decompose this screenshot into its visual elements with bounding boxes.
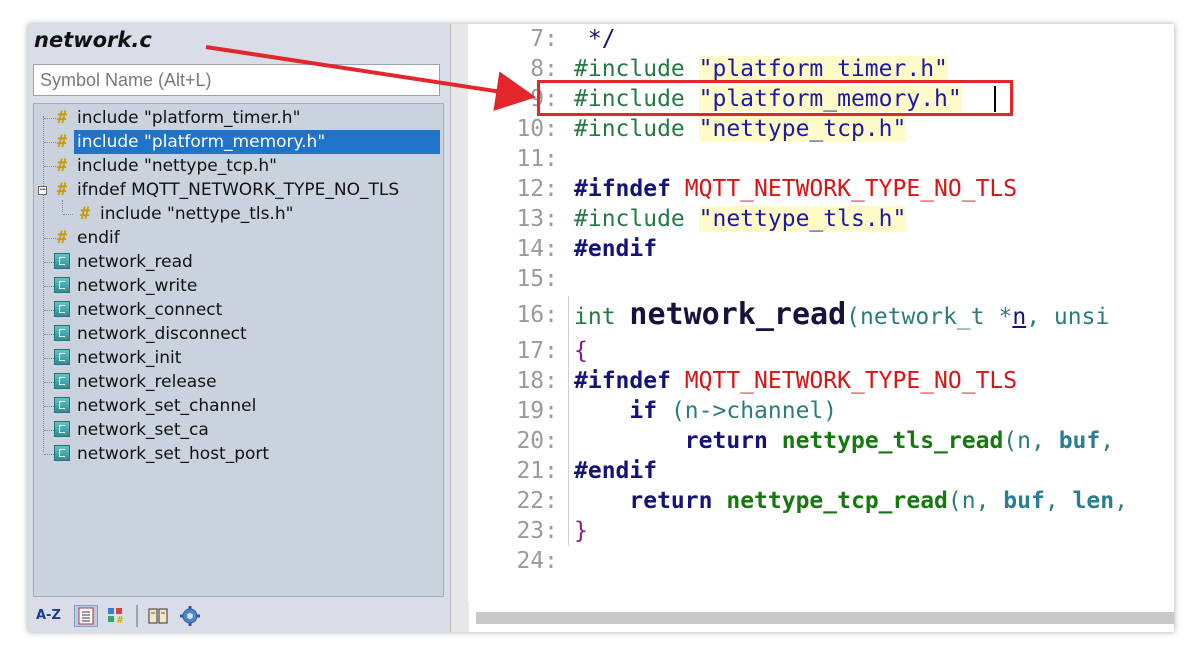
annotation-arrow-icon (205, 45, 536, 111)
